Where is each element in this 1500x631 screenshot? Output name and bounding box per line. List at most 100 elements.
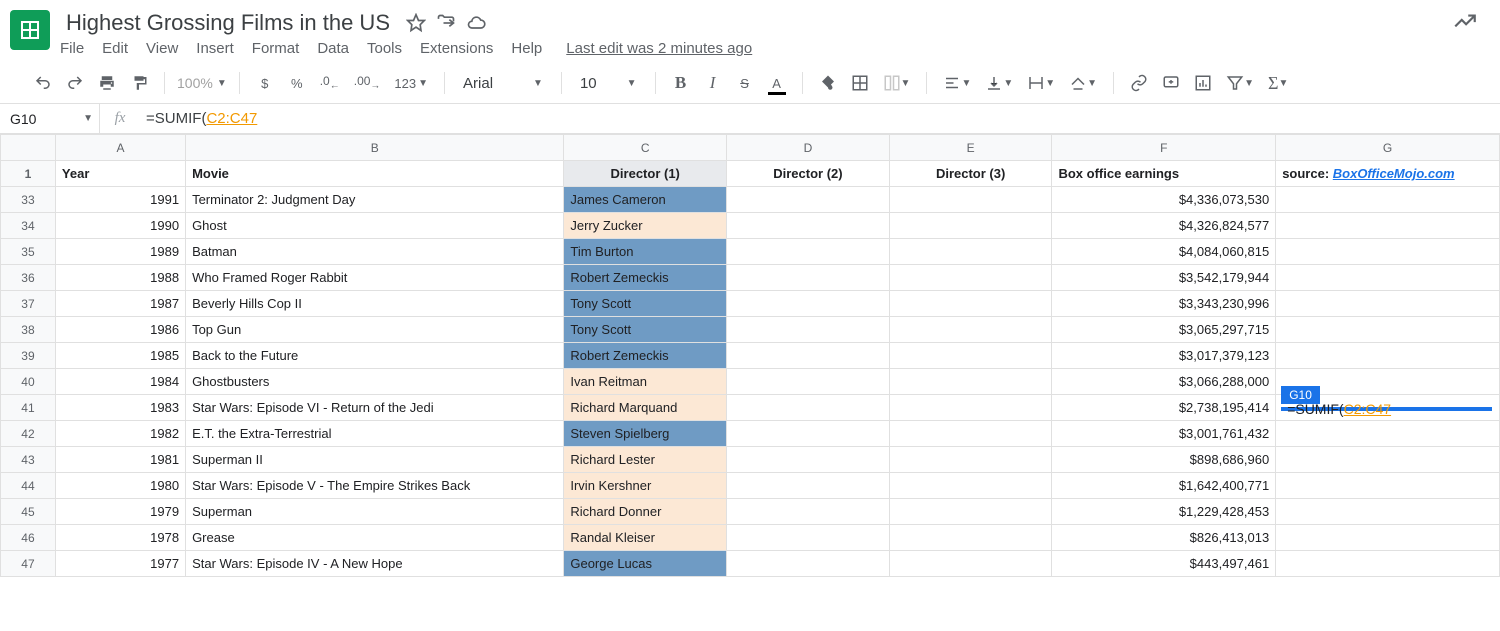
row-header[interactable]: 37 [1, 291, 56, 317]
cell-movie[interactable]: Ghostbusters [186, 369, 564, 395]
star-icon[interactable] [406, 13, 426, 33]
header-source[interactable]: source: BoxOfficeMojo.com [1276, 161, 1500, 187]
cell-director1[interactable]: James Cameron [564, 187, 727, 213]
cell-director3[interactable] [889, 265, 1052, 291]
cell-year[interactable]: 1990 [55, 213, 185, 239]
undo-button[interactable] [30, 69, 56, 97]
cell-director3[interactable] [889, 395, 1052, 421]
cell-movie[interactable]: Batman [186, 239, 564, 265]
cell-year[interactable]: 1989 [55, 239, 185, 265]
cell-director1[interactable]: Tony Scott [564, 291, 727, 317]
menu-help[interactable]: Help [511, 40, 542, 57]
cell-director1[interactable]: Ivan Reitman [564, 369, 727, 395]
spreadsheet-grid[interactable]: A B C D E F G 1 Year Movie Director (1) … [0, 134, 1500, 577]
last-edit-link[interactable]: Last edit was 2 minutes ago [566, 40, 752, 57]
cell-director1[interactable]: Robert Zemeckis [564, 343, 727, 369]
cell-director2[interactable] [727, 447, 890, 473]
cell-director2[interactable] [727, 499, 890, 525]
cell-earnings[interactable]: $3,001,761,432 [1052, 421, 1276, 447]
cloud-icon[interactable] [466, 13, 486, 33]
menu-format[interactable]: Format [252, 40, 300, 57]
cell-year[interactable]: 1986 [55, 317, 185, 343]
cell-G[interactable] [1276, 317, 1500, 343]
cell-G[interactable] [1276, 239, 1500, 265]
cell-movie[interactable]: E.T. the Extra-Terrestrial [186, 421, 564, 447]
format-123-button[interactable]: 123▼ [390, 69, 432, 97]
cell-director3[interactable] [889, 421, 1052, 447]
cell-director3[interactable] [889, 525, 1052, 551]
cell-G[interactable] [1276, 187, 1500, 213]
cell-G[interactable] [1276, 213, 1500, 239]
row-header[interactable]: 47 [1, 551, 56, 577]
col-F[interactable]: F [1052, 135, 1276, 161]
col-A[interactable]: A [55, 135, 185, 161]
cell-director2[interactable] [727, 317, 890, 343]
menu-file[interactable]: File [60, 40, 84, 57]
cell-year[interactable]: 1987 [55, 291, 185, 317]
cell-year[interactable]: 1980 [55, 473, 185, 499]
row-header[interactable]: 41 [1, 395, 56, 421]
horizontal-align-button[interactable]: ▼ [939, 69, 975, 97]
source-link[interactable]: BoxOfficeMojo.com [1333, 166, 1455, 181]
cell-G[interactable] [1276, 525, 1500, 551]
merge-cells-button[interactable]: ▼ [879, 69, 915, 97]
insert-chart-button[interactable] [1190, 69, 1216, 97]
text-color-button[interactable]: A [764, 69, 790, 97]
cell-earnings[interactable]: $3,065,297,715 [1052, 317, 1276, 343]
menu-data[interactable]: Data [317, 40, 349, 57]
cell-director3[interactable] [889, 369, 1052, 395]
name-box[interactable]: G10 ▼ [0, 104, 100, 133]
cell-director2[interactable] [727, 369, 890, 395]
menu-extensions[interactable]: Extensions [420, 40, 493, 57]
cell-movie[interactable]: Star Wars: Episode IV - A New Hope [186, 551, 564, 577]
filter-button[interactable]: ▼ [1222, 69, 1258, 97]
cell-director2[interactable] [727, 265, 890, 291]
row-header[interactable]: 46 [1, 525, 56, 551]
formula-bar[interactable]: =SUMIF(C2:C47 [140, 110, 1500, 127]
cell-movie[interactable]: Top Gun [186, 317, 564, 343]
italic-button[interactable]: I [700, 69, 726, 97]
col-G[interactable]: G [1276, 135, 1500, 161]
header-movie[interactable]: Movie [186, 161, 564, 187]
borders-button[interactable] [847, 69, 873, 97]
cell-year[interactable]: 1985 [55, 343, 185, 369]
cell-director3[interactable] [889, 213, 1052, 239]
fill-color-button[interactable] [815, 69, 841, 97]
cell-movie[interactable]: Who Framed Roger Rabbit [186, 265, 564, 291]
cell-movie[interactable]: Superman [186, 499, 564, 525]
cell-G[interactable] [1276, 291, 1500, 317]
cell-director1[interactable]: Richard Donner [564, 499, 727, 525]
decrease-decimal-button[interactable]: .0← [316, 69, 344, 97]
increase-decimal-button[interactable]: .00→ [350, 69, 385, 97]
row-header[interactable]: 36 [1, 265, 56, 291]
cell-director1[interactable]: George Lucas [564, 551, 727, 577]
strikethrough-button[interactable]: S [732, 69, 758, 97]
row-header[interactable]: 39 [1, 343, 56, 369]
insert-link-button[interactable] [1126, 69, 1152, 97]
row-header[interactable]: 40 [1, 369, 56, 395]
font-size-dropdown[interactable]: 10▼ [574, 75, 643, 92]
cell-director2[interactable] [727, 551, 890, 577]
functions-button[interactable]: Σ▼ [1264, 69, 1292, 97]
cell-movie[interactable]: Beverly Hills Cop II [186, 291, 564, 317]
cell-director2[interactable] [727, 525, 890, 551]
cell-director2[interactable] [727, 239, 890, 265]
col-C[interactable]: C [564, 135, 727, 161]
cell-director3[interactable] [889, 239, 1052, 265]
cell-director2[interactable] [727, 421, 890, 447]
cell-director2[interactable] [727, 187, 890, 213]
header-earnings[interactable]: Box office earnings [1052, 161, 1276, 187]
row-header[interactable]: 1 [1, 161, 56, 187]
cell-G[interactable] [1276, 265, 1500, 291]
cell-earnings[interactable]: $4,084,060,815 [1052, 239, 1276, 265]
menu-insert[interactable]: Insert [196, 40, 234, 57]
cell-director1[interactable]: Jerry Zucker [564, 213, 727, 239]
percent-button[interactable]: % [284, 69, 310, 97]
cell-earnings[interactable]: $443,497,461 [1052, 551, 1276, 577]
redo-button[interactable] [62, 69, 88, 97]
cell-G[interactable]: G10 =SUMIF(C2:C47 [1276, 395, 1500, 421]
currency-button[interactable]: $ [252, 69, 278, 97]
cell-year[interactable]: 1979 [55, 499, 185, 525]
cell-G[interactable] [1276, 343, 1500, 369]
cell-year[interactable]: 1978 [55, 525, 185, 551]
